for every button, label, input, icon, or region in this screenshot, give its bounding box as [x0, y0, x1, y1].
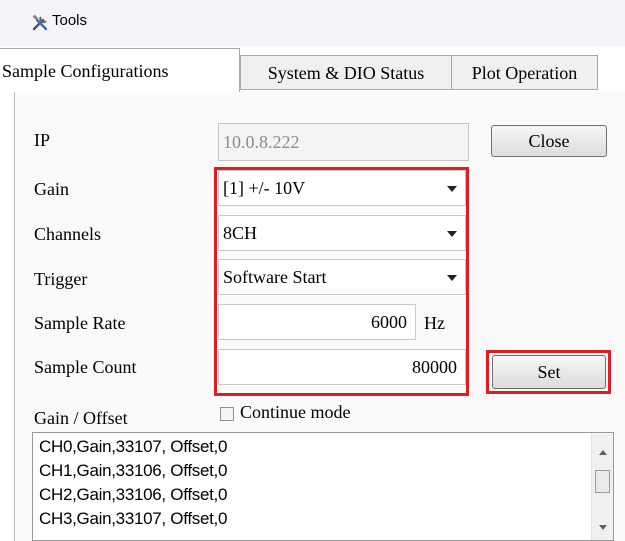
sample-count-input[interactable]: 80000: [218, 349, 466, 385]
close-button[interactable]: Close: [491, 125, 607, 157]
trigger-value: Software Start: [223, 267, 327, 287]
continue-mode-label[interactable]: Continue mode: [240, 402, 351, 423]
gain-offset-lines: CH0,Gain,33107, Offset,0 CH1,Gain,33106,…: [39, 435, 227, 531]
scroll-thumb[interactable]: [595, 470, 610, 493]
channels-select[interactable]: 8CH: [218, 215, 466, 251]
tools-label[interactable]: Tools: [52, 12, 87, 29]
vertical-scrollbar[interactable]: [591, 433, 613, 540]
trigger-select[interactable]: Software Start: [218, 259, 466, 295]
chevron-down-icon[interactable]: [447, 231, 457, 237]
gain-value: [1] +/- 10V: [223, 178, 306, 198]
toolbar: Tools: [0, 0, 625, 46]
tools-icon[interactable]: [31, 14, 49, 32]
continue-mode-checkbox[interactable]: [220, 407, 234, 421]
channels-label: Channels: [34, 224, 101, 244]
list-item: CH1,Gain,33106, Offset,0: [39, 461, 228, 480]
chevron-down-icon[interactable]: [447, 186, 457, 192]
sample-rate-input[interactable]: 6000: [218, 304, 416, 340]
sample-rate-unit: Hz: [424, 313, 445, 333]
list-item: CH0,Gain,33107, Offset,0: [39, 437, 228, 456]
gain-select[interactable]: [1] +/- 10V: [218, 170, 466, 206]
gain-offset-textarea[interactable]: CH0,Gain,33107, Offset,0 CH1,Gain,33106,…: [32, 432, 614, 541]
ip-label: IP: [34, 130, 51, 150]
channels-value: 8CH: [223, 223, 258, 243]
tab-plot-operation[interactable]: Plot Operation: [451, 55, 598, 90]
sample-count-label: Sample Count: [34, 357, 137, 377]
sample-rate-label: Sample Rate: [34, 313, 126, 333]
tab-sample-configurations[interactable]: Sample Configurations: [0, 48, 240, 92]
trigger-label: Trigger: [34, 269, 88, 289]
gain-offset-label: Gain / Offset: [34, 408, 128, 428]
scroll-up-icon[interactable]: [599, 450, 607, 455]
tab-system-dio-status[interactable]: System & DIO Status: [240, 55, 452, 90]
scroll-down-icon[interactable]: [599, 525, 607, 530]
list-item: CH2,Gain,33106, Offset,0: [39, 485, 228, 504]
gain-label: Gain: [34, 179, 69, 199]
list-item: CH3,Gain,33107, Offset,0: [39, 509, 228, 528]
chevron-down-icon[interactable]: [447, 275, 457, 281]
ip-field: 10.0.8.222: [218, 123, 469, 161]
set-button[interactable]: Set: [492, 355, 606, 389]
